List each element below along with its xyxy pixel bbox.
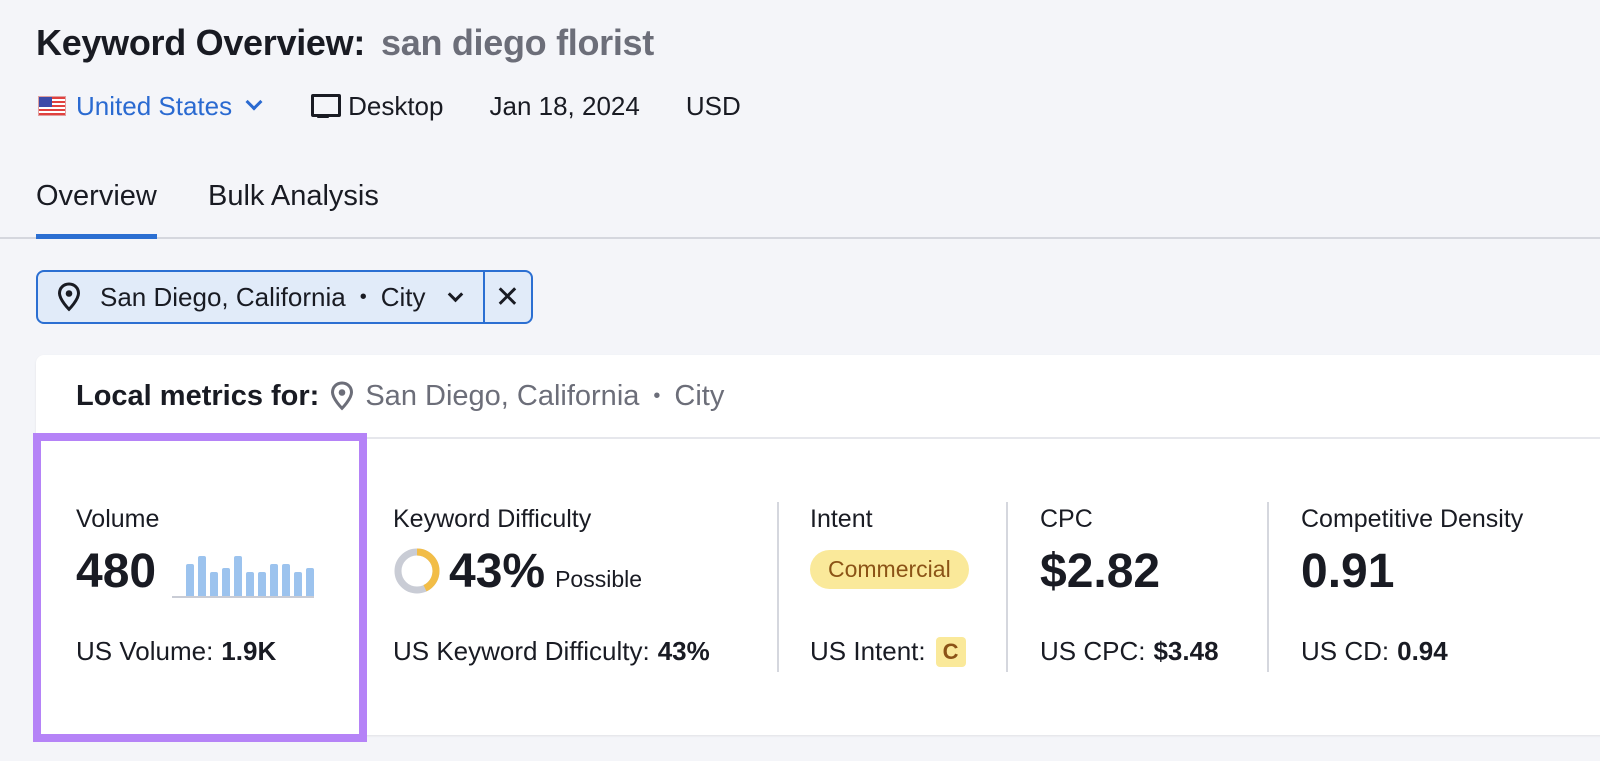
sparkline-bar bbox=[234, 556, 243, 596]
volume-trend-sparkline[interactable] bbox=[172, 554, 315, 598]
currency-label: USD bbox=[685, 90, 741, 121]
kd-label: Keyword Difficulty bbox=[393, 505, 592, 533]
country-label: United States bbox=[76, 90, 233, 121]
device-indicator: Desktop bbox=[310, 91, 443, 122]
sparkline-bar bbox=[270, 564, 279, 596]
tab-bulk-analysis[interactable]: Bulk Analysis bbox=[208, 180, 379, 213]
sparkline-bar bbox=[198, 556, 207, 596]
sparkline-bar bbox=[258, 572, 267, 596]
date-label: Jan 18, 2024 bbox=[489, 90, 640, 121]
divider bbox=[1267, 502, 1269, 672]
metric-intent: Intent Commercial US Intent: C bbox=[810, 505, 969, 667]
sparkline-bar bbox=[294, 572, 303, 596]
meta-row: United States Desktop Jan 18, 2024 USD bbox=[38, 88, 741, 124]
device-label: Desktop bbox=[348, 90, 444, 121]
metric-keyword-difficulty: Keyword Difficulty 43% Possible US Keywo… bbox=[393, 505, 710, 666]
page-title: Keyword Overview: san diego florist bbox=[36, 22, 654, 64]
volume-value-row: 480 bbox=[76, 542, 315, 600]
chevron-down-icon bbox=[447, 286, 463, 302]
us-volume: US Volume: 1.9K bbox=[76, 636, 276, 667]
volume-value: 480 bbox=[76, 544, 157, 598]
us-cd-label: US CD: bbox=[1301, 636, 1390, 666]
us-kd: US Keyword Difficulty: 43% bbox=[393, 636, 710, 667]
cpc-label: CPC bbox=[1040, 505, 1093, 533]
keyword-text: san diego florist bbox=[381, 22, 654, 63]
card-location: San Diego, California • City bbox=[329, 380, 724, 413]
card-location-name: San Diego, California bbox=[365, 379, 640, 412]
us-cd-value: 0.94 bbox=[1397, 636, 1448, 666]
us-cpc-value: $3.48 bbox=[1153, 636, 1219, 666]
separator-dot: • bbox=[359, 285, 367, 308]
us-kd-label: US Keyword Difficulty: bbox=[393, 636, 650, 666]
sparkline-bar bbox=[186, 564, 195, 596]
us-intent: US Intent: C bbox=[810, 636, 966, 667]
country-selector[interactable]: United States bbox=[38, 90, 263, 122]
divider bbox=[1006, 502, 1008, 672]
card-header: Local metrics for: San Diego, California… bbox=[36, 355, 1600, 439]
metric-cpc: CPC $2.82 US CPC: $3.48 bbox=[1040, 505, 1219, 666]
location-pin-icon bbox=[56, 282, 82, 312]
cd-value: 0.91 bbox=[1301, 544, 1395, 598]
cd-value-row: 0.91 bbox=[1301, 542, 1523, 600]
location-type: City bbox=[380, 281, 426, 312]
kd-value-row: 43% Possible bbox=[393, 542, 642, 600]
metric-competitive-density: Competitive Density 0.91 US CD: 0.94 bbox=[1301, 505, 1524, 666]
cpc-value: $2.82 bbox=[1040, 544, 1161, 598]
clear-location-button[interactable]: ✕ bbox=[485, 272, 531, 322]
chevron-down-icon bbox=[245, 93, 263, 111]
us-flag-icon bbox=[38, 96, 66, 116]
us-cd: US CD: 0.94 bbox=[1301, 636, 1448, 667]
location-name: San Diego, California bbox=[100, 281, 346, 312]
location-dropdown[interactable]: San Diego, California • City bbox=[38, 272, 485, 322]
location-filter: San Diego, California • City ✕ bbox=[36, 270, 533, 324]
divider bbox=[777, 502, 779, 672]
intent-badge: Commercial bbox=[810, 550, 969, 589]
us-volume-label: US Volume: bbox=[76, 636, 214, 666]
sparkline-bar bbox=[222, 568, 231, 596]
location-pin-icon bbox=[329, 381, 355, 411]
us-cpc-label: US CPC: bbox=[1040, 636, 1146, 666]
title-label: Keyword Overview: bbox=[36, 22, 366, 63]
metric-volume: Volume 480 US Volume: 1.9K bbox=[76, 505, 315, 666]
close-icon: ✕ bbox=[494, 280, 521, 314]
volume-label: Volume bbox=[76, 505, 160, 533]
sparkline-bar bbox=[210, 572, 219, 596]
local-metrics-label: Local metrics for: bbox=[76, 379, 320, 412]
card-location-type: City bbox=[674, 379, 725, 412]
cpc-value-row: $2.82 bbox=[1040, 542, 1160, 600]
us-kd-value: 43% bbox=[657, 636, 710, 666]
sparkline-bar bbox=[306, 568, 315, 596]
sparkline-bar bbox=[246, 572, 255, 596]
sparkline-bar bbox=[282, 564, 291, 596]
kd-rating: Possible bbox=[555, 565, 643, 592]
us-intent-badge: C bbox=[935, 636, 966, 667]
separator-dot: • bbox=[653, 384, 661, 407]
us-volume-value: 1.9K bbox=[221, 636, 277, 666]
tab-bar: Overview Bulk Analysis bbox=[0, 170, 1600, 239]
cd-label: Competitive Density bbox=[1301, 505, 1524, 533]
desktop-icon bbox=[310, 92, 342, 120]
us-cpc: US CPC: $3.48 bbox=[1040, 636, 1219, 667]
us-intent-label: US Intent: bbox=[810, 636, 926, 666]
tab-overview[interactable]: Overview bbox=[36, 180, 157, 239]
intent-label: Intent bbox=[810, 505, 873, 533]
kd-donut-icon bbox=[394, 548, 440, 594]
kd-value: 43% bbox=[449, 544, 546, 598]
